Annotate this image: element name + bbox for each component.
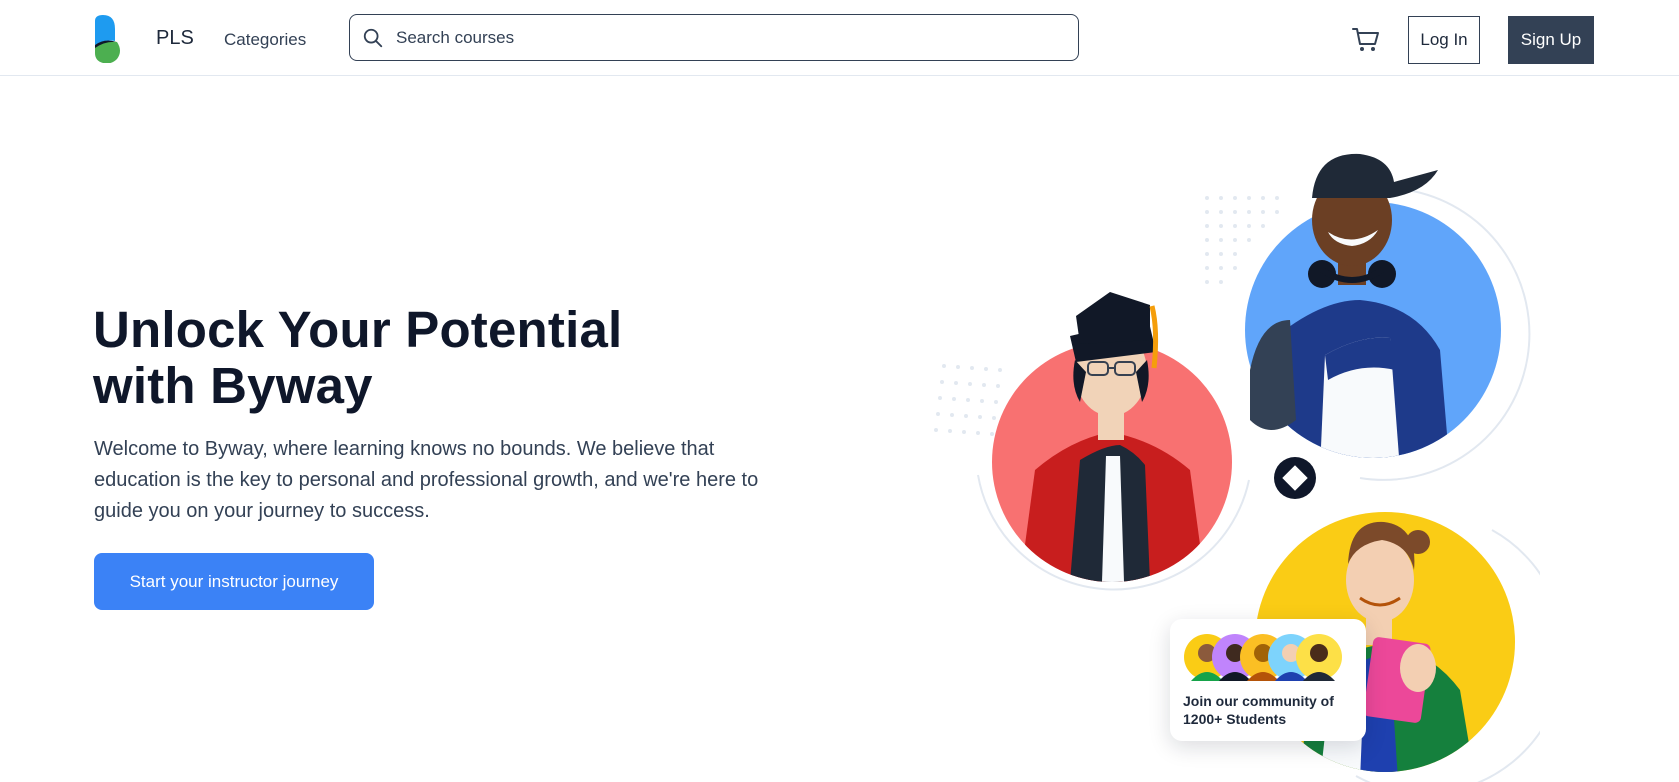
search-icon: [363, 28, 383, 48]
graduate-student-photo: [992, 292, 1232, 582]
diamond-badge-icon: [1274, 457, 1316, 499]
community-card: Join our community of 1200+ Students: [1170, 619, 1366, 741]
search-input[interactable]: [396, 23, 1056, 53]
hero-title-line1: Unlock Your Potential: [93, 301, 623, 358]
hero-title: Unlock Your Potential with Byway: [93, 302, 793, 414]
categories-menu[interactable]: Categories: [224, 30, 306, 50]
start-instructor-journey-button[interactable]: Start your instructor journey: [94, 553, 374, 610]
community-text-line1: Join our community of: [1183, 693, 1334, 709]
search-bar: [349, 14, 1079, 61]
login-button[interactable]: Log In: [1408, 16, 1480, 64]
hero-description: Welcome to Byway, where learning knows n…: [94, 438, 759, 522]
signup-button[interactable]: Sign Up: [1508, 16, 1594, 64]
logo-icon[interactable]: [93, 15, 121, 63]
cart-icon[interactable]: [1350, 23, 1382, 55]
student-avatars: [1184, 634, 1342, 681]
smiling-student-photo: [1245, 153, 1501, 458]
community-text: Join our community of 1200+ Students: [1183, 692, 1359, 728]
community-text-line2: 1200+ Students: [1183, 711, 1287, 727]
dot-pattern-left: [934, 364, 1002, 436]
brand-name[interactable]: PLS: [156, 27, 194, 50]
top-navbar: PLS Categories Log In Sign Up: [0, 0, 1679, 76]
hero-title-line2: with Byway: [93, 357, 373, 414]
